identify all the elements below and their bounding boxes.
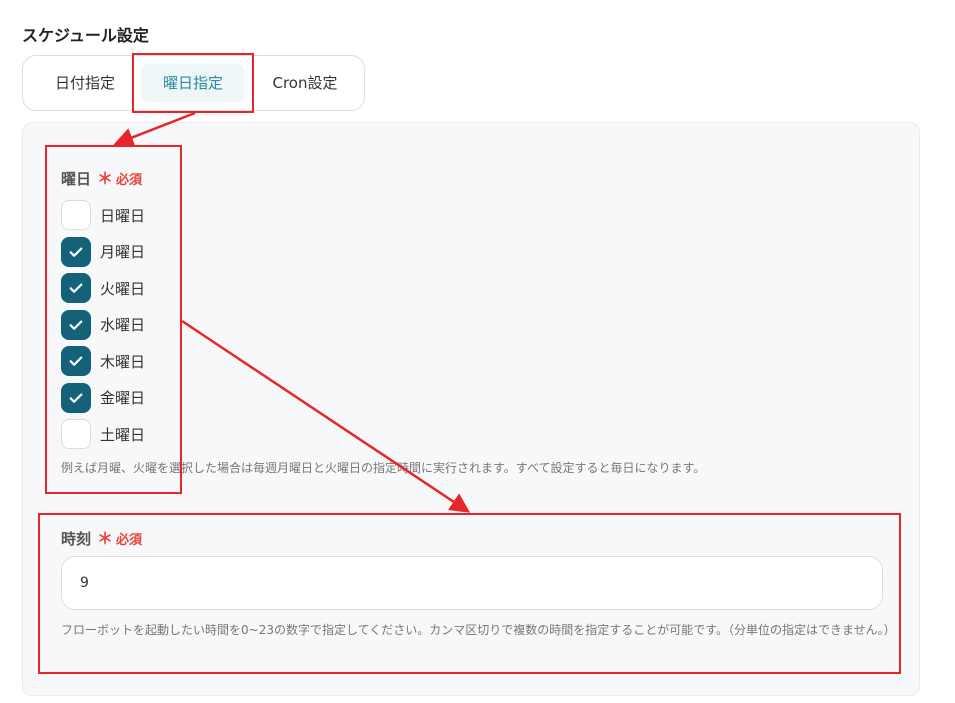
- checkbox-monday[interactable]: [61, 236, 91, 267]
- day-sunday[interactable]: 日曜日: [61, 197, 145, 234]
- checkmark-icon: [69, 393, 83, 403]
- day-label-tuesday: 火曜日: [100, 279, 146, 298]
- required-asterisk: ＊: [97, 169, 114, 188]
- tab-date[interactable]: 日付指定: [37, 64, 133, 102]
- required-text: 必須: [116, 533, 143, 548]
- checkbox-saturday[interactable]: [61, 419, 91, 450]
- day-label-monday: 月曜日: [100, 243, 146, 262]
- day-label-friday: 金曜日: [100, 389, 146, 408]
- tab-cron[interactable]: Cron設定: [253, 64, 357, 102]
- day-label-sunday: 日曜日: [100, 206, 146, 225]
- time-field-label: 時刻 ＊必須: [61, 525, 142, 549]
- checkmark-icon: [69, 356, 83, 367]
- required-badge: ＊必須: [97, 169, 143, 188]
- required-badge: ＊必須: [97, 529, 143, 548]
- day-label-saturday: 土曜日: [100, 425, 146, 444]
- day-saturday[interactable]: 土曜日: [61, 416, 145, 453]
- tab-weekday[interactable]: 曜日指定: [141, 64, 245, 102]
- schedule-panel: 曜日＊必須 日曜日 月曜日 火曜日 水曜日 木曜日 金曜日 土曜日 例えば月曜、…: [22, 122, 920, 696]
- weekday-help-text: 例えば月曜、火曜を選択した場合は毎週月曜日と火曜日の指定時間に実行されます。すべ…: [61, 461, 706, 475]
- time-input[interactable]: [61, 556, 883, 610]
- required-asterisk: ＊: [97, 529, 114, 548]
- day-label-thursday: 木曜日: [100, 352, 146, 371]
- time-label-text: 時刻: [61, 530, 92, 548]
- checkmark-icon: [69, 283, 83, 294]
- weekday-label-text: 曜日: [61, 170, 92, 188]
- schedule-type-tabs: 日付指定 曜日指定 Cron設定: [22, 55, 365, 111]
- checkbox-tuesday[interactable]: [61, 273, 91, 304]
- checkbox-thursday[interactable]: [61, 346, 91, 377]
- weekday-field-label: 曜日 ＊必須: [61, 165, 142, 189]
- day-thursday[interactable]: 木曜日: [61, 343, 145, 380]
- weekday-checkbox-list: 日曜日 月曜日 火曜日 水曜日 木曜日 金曜日 土曜日: [61, 197, 145, 453]
- day-monday[interactable]: 月曜日: [61, 234, 145, 271]
- day-wednesday[interactable]: 水曜日: [61, 307, 145, 344]
- section-title: スケジュール設定: [22, 26, 149, 45]
- required-text: 必須: [116, 173, 143, 188]
- day-tuesday[interactable]: 火曜日: [61, 270, 145, 307]
- time-help-text: フローボットを起動したい時間を0~23の数字で指定してください。カンマ区切りで複…: [61, 623, 896, 637]
- checkbox-friday[interactable]: [61, 382, 91, 413]
- day-friday[interactable]: 金曜日: [61, 380, 145, 417]
- day-label-wednesday: 水曜日: [100, 316, 146, 335]
- checkbox-wednesday[interactable]: [61, 309, 91, 340]
- checkbox-sunday[interactable]: [61, 200, 91, 231]
- checkmark-icon: [69, 320, 83, 330]
- checkmark-icon: [69, 247, 83, 257]
